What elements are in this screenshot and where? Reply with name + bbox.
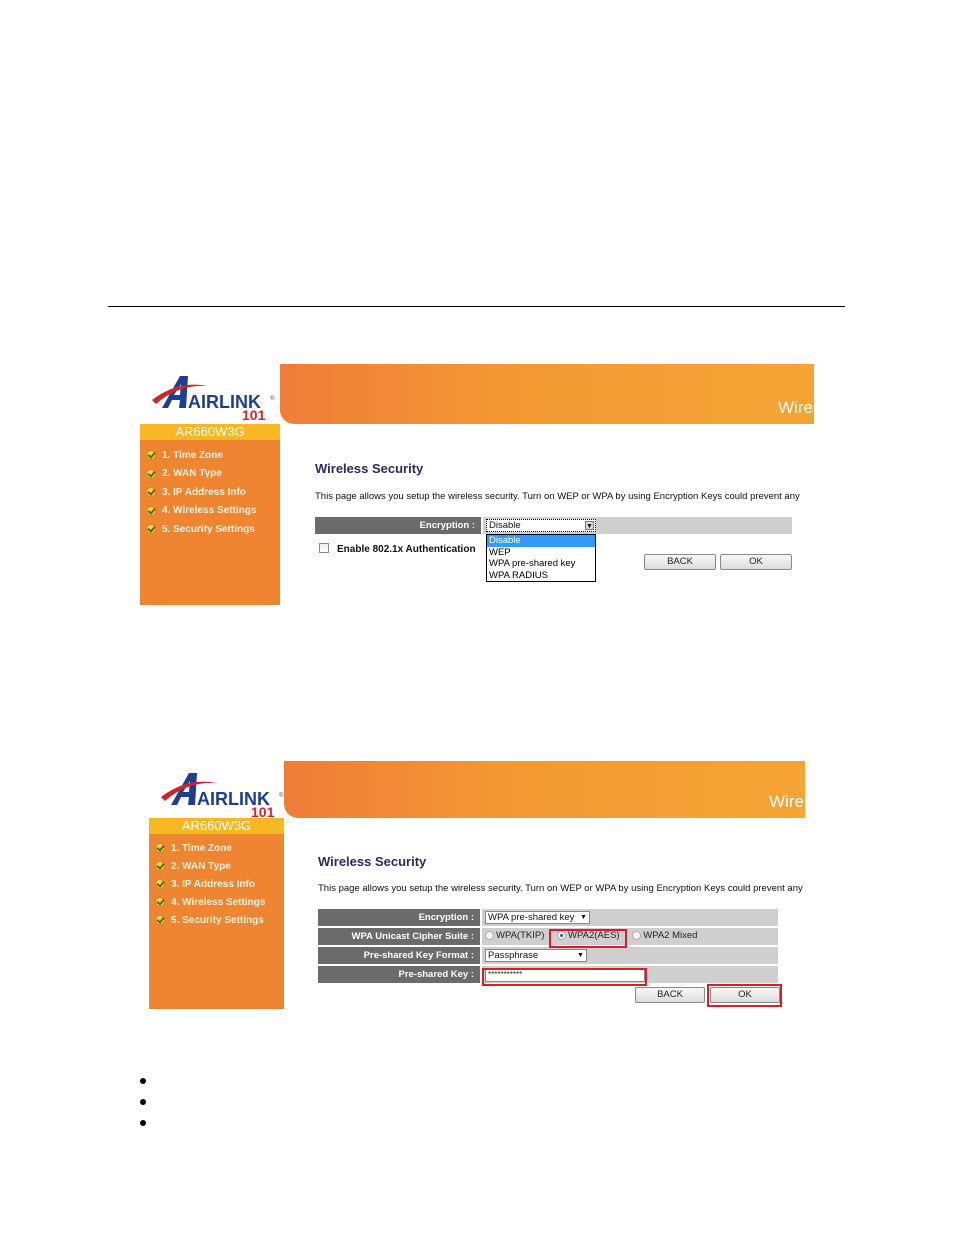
key-format-select[interactable]: Passphrase ▼	[485, 949, 587, 962]
model-name: AR660W3G	[149, 818, 284, 834]
screenshot-encryption-dropdown: AIRLINK ® 101 Wireless AR660W3G 1. Time …	[140, 364, 814, 605]
encryption-label: Encryption :	[315, 517, 483, 534]
dropdown-option-wpa-psk[interactable]: WPA pre-shared key	[487, 558, 595, 570]
check-icon	[155, 843, 165, 853]
radio-wpa2-mixed[interactable]: WPA2 Mixed	[632, 930, 697, 941]
check-icon	[146, 505, 156, 516]
ok-button[interactable]: OK	[720, 554, 792, 570]
banner-title: Wireless	[778, 398, 814, 417]
encryption-form: Encryption : Disable ▼	[315, 515, 792, 536]
form-row-encryption: Encryption : Disable ▼	[315, 517, 792, 534]
bullet-icon	[140, 1119, 146, 1126]
back-button[interactable]: BACK	[644, 554, 716, 570]
page-title: Wireless Security	[318, 854, 427, 869]
bullet-item	[140, 1070, 146, 1091]
svg-text:®: ®	[270, 395, 275, 402]
form-row-preshared-key: Pre-shared Key : ***********	[318, 966, 778, 983]
airlink-logo: AIRLINK ® 101	[140, 364, 280, 424]
sidebar: AR660W3G 1. Time Zone 2. WAN Type 3. IP …	[140, 424, 280, 605]
encryption-dropdown-list: Disable WEP WPA pre-shared key WPA RADIU…	[486, 534, 596, 582]
check-icon	[155, 897, 165, 907]
sidebar-item-security-settings[interactable]: 5. Security Settings	[140, 520, 280, 539]
bullet-list	[140, 1070, 146, 1133]
cipher-suite-label: WPA Unicast Cipher Suite :	[318, 928, 482, 945]
radio-icon	[632, 931, 642, 940]
bullet-icon	[140, 1077, 146, 1084]
enable-8021x-checkbox[interactable]	[319, 542, 329, 553]
chevron-down-icon: ▼	[585, 521, 594, 530]
header-banner: Wireless	[280, 364, 814, 424]
check-icon	[155, 915, 165, 925]
preshared-key-label: Pre-shared Key :	[318, 966, 482, 983]
dropdown-option-wpa-radius[interactable]: WPA RADIUS	[487, 570, 595, 582]
encryption-select[interactable]: WPA pre-shared key ▼	[485, 911, 590, 924]
ok-button[interactable]: OK	[710, 987, 780, 1003]
check-icon	[155, 861, 165, 871]
form-row-cipher-suite: WPA Unicast Cipher Suite : WPA(TKIP) WPA…	[318, 928, 778, 945]
page-title: Wireless Security	[315, 461, 424, 476]
horizontal-rule	[108, 306, 845, 307]
check-icon	[146, 524, 156, 535]
radio-wpa-tkip[interactable]: WPA(TKIP)	[485, 930, 544, 941]
bullet-item	[140, 1091, 146, 1112]
svg-text:101: 101	[242, 407, 266, 422]
dropdown-option-disable[interactable]: Disable	[487, 535, 595, 547]
page-description: This page allows you setup the wireless …	[315, 491, 800, 502]
wpa-form: Encryption : WPA pre-shared key ▼ WPA Un…	[318, 907, 778, 985]
form-row-encryption: Encryption : WPA pre-shared key ▼	[318, 909, 778, 926]
svg-text:101: 101	[251, 804, 275, 819]
auth-checkbox-row: Enable 802.1x Authentication	[319, 539, 476, 557]
sidebar-item-time-zone[interactable]: 1. Time Zone	[149, 839, 284, 857]
banner-title: Wireless	[769, 792, 805, 811]
sidebar-nav: 1. Time Zone 2. WAN Type 3. IP Address I…	[149, 834, 284, 929]
model-name: AR660W3G	[140, 424, 280, 440]
radio-icon	[485, 931, 494, 940]
screenshot-wpa-settings: AIRLINK ® 101 Wireless AR660W3G 1. Time …	[149, 761, 805, 1009]
chevron-down-icon: ▼	[577, 952, 584, 959]
bullet-item	[140, 1112, 146, 1133]
check-icon	[146, 487, 156, 498]
back-button[interactable]: BACK	[635, 987, 705, 1003]
radio-wpa2-aes[interactable]: WPA2(AES)	[557, 930, 620, 941]
sidebar: AR660W3G 1. Time Zone 2. WAN Type 3. IP …	[149, 818, 284, 1009]
chevron-down-icon: ▼	[580, 914, 587, 921]
preshared-key-input[interactable]: ***********	[485, 967, 645, 982]
radio-selected-icon	[557, 931, 567, 940]
airlink-logo: AIRLINK ® 101	[149, 761, 284, 819]
sidebar-item-security-settings[interactable]: 5. Security Settings	[149, 911, 284, 929]
sidebar-nav: 1. Time Zone 2. WAN Type 3. IP Address I…	[140, 440, 280, 539]
sidebar-item-wan-type[interactable]: 2. WAN Type	[149, 857, 284, 875]
main-content: Wireless Security This page allows you s…	[318, 854, 805, 894]
sidebar-item-wireless-settings[interactable]: 4. Wireless Settings	[140, 502, 280, 521]
main-content: Wireless Security This page allows you s…	[315, 461, 800, 502]
enable-8021x-label: Enable 802.1x Authentication	[337, 544, 476, 555]
check-icon	[155, 879, 165, 889]
page-description: This page allows you setup the wireless …	[318, 883, 805, 894]
header-banner: Wireless	[284, 761, 805, 818]
check-icon	[146, 450, 156, 461]
check-icon	[146, 468, 156, 479]
key-format-label: Pre-shared Key Format :	[318, 947, 482, 964]
sidebar-item-ip-address-info[interactable]: 3. IP Address Info	[140, 483, 280, 502]
bullet-icon	[140, 1098, 146, 1105]
sidebar-item-ip-address-info[interactable]: 3. IP Address Info	[149, 875, 284, 893]
sidebar-item-wireless-settings[interactable]: 4. Wireless Settings	[149, 893, 284, 911]
form-row-key-format: Pre-shared Key Format : Passphrase ▼	[318, 947, 778, 964]
dropdown-option-wep[interactable]: WEP	[487, 547, 595, 559]
sidebar-item-wan-type[interactable]: 2. WAN Type	[140, 465, 280, 484]
encryption-label: Encryption :	[318, 909, 482, 926]
encryption-select[interactable]: Disable ▼	[486, 519, 596, 532]
sidebar-item-time-zone[interactable]: 1. Time Zone	[140, 446, 280, 465]
